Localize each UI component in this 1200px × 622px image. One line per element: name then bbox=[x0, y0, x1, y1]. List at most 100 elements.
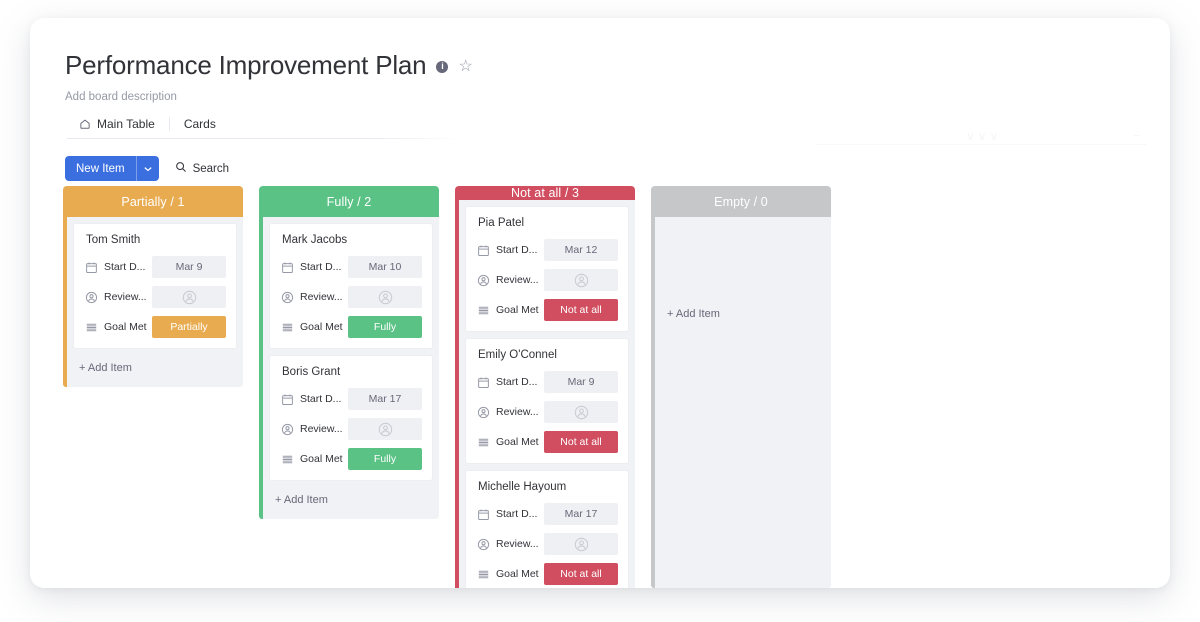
column-body-fully: Mark Jacobs Start D... Mar 10 Review... Goal… bbox=[259, 217, 439, 519]
card-field-row: Start D... Mar 17 bbox=[476, 503, 618, 525]
goal-met-status-badge[interactable]: Not at all bbox=[544, 431, 618, 453]
start-date-value[interactable]: Mar 10 bbox=[348, 256, 422, 278]
add-item-button[interactable]: + Add Item bbox=[655, 295, 831, 333]
start-date-label: Start D... bbox=[300, 393, 342, 405]
card-field-row: Goal Met Not at all bbox=[476, 563, 618, 585]
column-title: Partially / 1 bbox=[121, 194, 185, 209]
status-bars-icon bbox=[476, 435, 490, 449]
start-date-value[interactable]: Mar 17 bbox=[544, 503, 618, 525]
reviewer-avatar[interactable] bbox=[348, 418, 422, 440]
card-title: Tom Smith bbox=[86, 234, 141, 246]
reviewer-avatar[interactable] bbox=[544, 533, 618, 555]
tab-cards[interactable]: Cards bbox=[170, 113, 230, 135]
goal-met-label: Goal Met bbox=[496, 304, 539, 316]
calendar-icon bbox=[280, 260, 294, 274]
goal-met-status-badge[interactable]: Fully bbox=[348, 316, 422, 338]
column-header-partially[interactable]: Partially / 1 bbox=[63, 186, 243, 217]
card-field-row: Review... bbox=[84, 286, 226, 308]
search-button[interactable]: Search bbox=[175, 161, 229, 176]
info-icon[interactable]: i bbox=[436, 60, 449, 73]
card-field-row: Review... bbox=[280, 286, 422, 308]
kanban-card[interactable]: Tom Smith Start D... Mar 9 Review... Goal Me… bbox=[73, 223, 237, 349]
board-header: Performance Improvement Plan i ☆ Add boa… bbox=[65, 50, 1150, 181]
kanban-card[interactable]: Pia Patel Start D... Mar 12 Review... Goal M… bbox=[465, 206, 629, 332]
calendar-icon bbox=[476, 507, 490, 521]
goal-met-status-badge[interactable]: Not at all bbox=[544, 563, 618, 585]
goal-met-status-badge[interactable]: Partially bbox=[152, 316, 226, 338]
board-toolbar: New Item Search bbox=[65, 156, 1150, 181]
kanban-card[interactable]: Emily O'Connel Start D... Mar 9 Review... Go… bbox=[465, 338, 629, 464]
ghost-glyphs: ∨∨∨ bbox=[966, 129, 1002, 143]
home-icon bbox=[79, 118, 91, 130]
person-icon bbox=[476, 537, 490, 551]
start-date-value[interactable]: Mar 9 bbox=[152, 256, 226, 278]
column-header-empty[interactable]: Empty / 0 bbox=[651, 186, 831, 217]
kanban-column-partially: Partially / 1 Tom Smith Start D... Mar 9 Rev… bbox=[63, 186, 243, 588]
person-icon bbox=[84, 290, 98, 304]
column-title: Empty / 0 bbox=[714, 194, 768, 209]
kanban-board: Partially / 1 Tom Smith Start D... Mar 9 Rev… bbox=[63, 186, 1170, 588]
card-field-row: Goal Met Fully bbox=[280, 448, 422, 470]
column-body-not-at-all: Pia Patel Start D... Mar 12 Review... Goal M… bbox=[455, 200, 635, 588]
start-date-value[interactable]: Mar 12 bbox=[544, 239, 618, 261]
star-icon[interactable]: ☆ bbox=[458, 56, 472, 76]
reviewer-label: Review... bbox=[300, 423, 343, 435]
tab-main-table[interactable]: Main Table bbox=[65, 113, 169, 135]
goal-met-label: Goal Met bbox=[104, 321, 147, 333]
status-bars-icon bbox=[280, 320, 294, 334]
tab-cards-label: Cards bbox=[183, 117, 216, 131]
reviewer-avatar[interactable] bbox=[152, 286, 226, 308]
title-row: Performance Improvement Plan i ☆ bbox=[65, 50, 1150, 80]
card-title: Pia Patel bbox=[478, 217, 525, 229]
start-date-label: Start D... bbox=[300, 261, 342, 273]
status-bars-icon bbox=[84, 320, 98, 334]
goal-met-label: Goal Met bbox=[300, 453, 343, 465]
column-body-empty: + Add Item bbox=[651, 217, 831, 588]
start-date-value[interactable]: Mar 17 bbox=[348, 388, 422, 410]
status-bars-icon bbox=[476, 303, 490, 317]
search-icon bbox=[175, 161, 187, 176]
person-icon bbox=[476, 273, 490, 287]
start-date-label: Start D... bbox=[496, 244, 538, 256]
goal-met-status-badge[interactable]: Fully bbox=[348, 448, 422, 470]
card-field-row: Goal Met Not at all bbox=[476, 431, 618, 453]
start-date-label: Start D... bbox=[104, 261, 146, 273]
kanban-card[interactable]: Boris Grant Start D... Mar 17 Review... Goal… bbox=[269, 355, 433, 481]
empty-column-placeholder bbox=[655, 217, 831, 295]
card-field-row: Review... bbox=[476, 269, 618, 291]
card-field-row: Review... bbox=[476, 533, 618, 555]
column-title: Not at all / 3 bbox=[510, 186, 580, 200]
reviewer-avatar[interactable] bbox=[544, 401, 618, 423]
calendar-icon bbox=[476, 243, 490, 257]
calendar-icon bbox=[84, 260, 98, 274]
start-date-value[interactable]: Mar 9 bbox=[544, 371, 618, 393]
chevron-down-icon[interactable] bbox=[137, 156, 159, 181]
column-body-partially: Tom Smith Start D... Mar 9 Review... Goal Me… bbox=[63, 217, 243, 387]
kanban-card[interactable]: Mark Jacobs Start D... Mar 10 Review... Goal… bbox=[269, 223, 433, 349]
kanban-card[interactable]: Michelle Hayoum Start D... Mar 17 Review...… bbox=[465, 470, 629, 588]
column-header-fully[interactable]: Fully / 2 bbox=[259, 186, 439, 217]
goal-met-status-badge[interactable]: Not at all bbox=[544, 299, 618, 321]
card-field-row: Review... bbox=[476, 401, 618, 423]
reviewer-label: Review... bbox=[496, 274, 539, 286]
board-window: Performance Improvement Plan i ☆ Add boa… bbox=[30, 18, 1170, 588]
card-field-row: Start D... Mar 12 bbox=[476, 239, 618, 261]
status-bars-icon bbox=[476, 567, 490, 581]
tab-main-table-label: Main Table bbox=[97, 117, 155, 131]
add-item-button[interactable]: + Add Item bbox=[67, 349, 243, 387]
reviewer-avatar[interactable] bbox=[544, 269, 618, 291]
status-bars-icon bbox=[280, 452, 294, 466]
kanban-column-fully: Fully / 2 Mark Jacobs Start D... Mar 10 Revi… bbox=[259, 186, 439, 588]
reviewer-avatar[interactable] bbox=[348, 286, 422, 308]
new-item-label: New Item bbox=[76, 162, 125, 175]
board-description[interactable]: Add board description bbox=[65, 91, 1150, 103]
column-header-not-at-all[interactable]: Not at all / 3 bbox=[455, 186, 635, 200]
card-field-row: Goal Met Fully bbox=[280, 316, 422, 338]
kanban-column-not-at-all: Not at all / 3 Pia Patel Start D... Mar 12 R… bbox=[455, 186, 635, 588]
add-item-button[interactable]: + Add Item bbox=[263, 481, 439, 519]
person-icon bbox=[280, 290, 294, 304]
card-field-row: Start D... Mar 9 bbox=[84, 256, 226, 278]
person-icon bbox=[280, 422, 294, 436]
card-title: Boris Grant bbox=[282, 366, 341, 378]
new-item-button[interactable]: New Item bbox=[65, 156, 159, 181]
